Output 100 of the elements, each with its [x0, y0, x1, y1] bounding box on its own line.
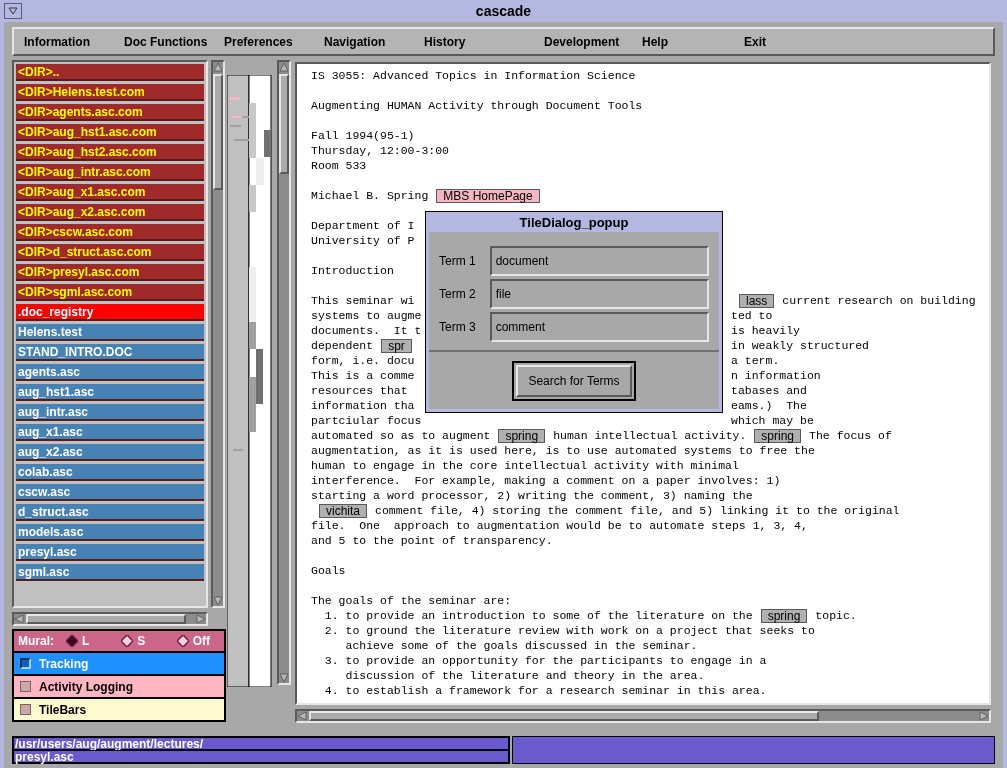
menu-item[interactable]: Preferences: [214, 32, 314, 51]
hyperlink-button[interactable]: spr: [381, 338, 412, 353]
document-text: 4. to establish a framework for a research seminar in this area.: [323, 683, 767, 698]
file-list-item[interactable]: colab.asc: [16, 464, 204, 481]
hyperlink-button[interactable]: spring: [760, 608, 808, 623]
document-text: The goals of the seminar are:: [311, 593, 512, 608]
term-label: Term 2: [439, 286, 477, 303]
menu-item[interactable]: Exit: [734, 32, 814, 51]
document-text: Introduction: [311, 263, 394, 278]
document-text: 1. to provide an introduction to some of the literature on the: [323, 608, 753, 623]
document-text: a term.: [731, 353, 780, 368]
file-list-item[interactable]: <DIR>aug_x2.asc.com: [16, 204, 204, 221]
document-text: augmentation, as it is used here, is to use automated systems to free the: [311, 443, 815, 458]
document-text: form, i.e. docu: [311, 353, 415, 368]
file-list-item[interactable]: models.asc: [16, 524, 204, 541]
document-text: resources that: [311, 383, 408, 398]
term-input[interactable]: file: [489, 279, 709, 309]
document-text: 3. to provide an opportunity for the participants to engage in a: [323, 653, 767, 668]
document-text: Goals: [311, 563, 346, 578]
file-list-item[interactable]: <DIR>d_struct.asc.com: [16, 244, 204, 261]
menu-item[interactable]: Doc Functions: [114, 32, 214, 51]
toggle-label: TileBars: [39, 701, 87, 719]
file-list-item[interactable]: <DIR>aug_hst1.asc.com: [16, 124, 204, 141]
document-text: Room 533: [311, 158, 367, 173]
menu-item[interactable]: Development: [534, 32, 634, 51]
file-list-item[interactable]: aug_x1.asc: [16, 424, 204, 441]
file-list-item[interactable]: <DIR>agents.asc.com: [16, 104, 204, 121]
document-text: This is a comme: [311, 368, 415, 383]
file-list-item[interactable]: <DIR>..: [16, 64, 204, 81]
document-text: dependent: [311, 338, 374, 353]
menu-item[interactable]: Navigation: [314, 32, 414, 51]
file-list-item[interactable]: Helens.test: [16, 324, 204, 341]
document-text: Michael B. Spring: [311, 188, 429, 203]
document-text: Thursday, 12:00-3:00: [311, 143, 450, 158]
document-text: topic.: [815, 608, 857, 623]
document-text: partciular focus: [311, 413, 422, 428]
file-list-item[interactable]: .doc_registry: [16, 304, 204, 321]
menu-item[interactable]: History: [414, 32, 534, 51]
file-list-item[interactable]: sgml.asc: [16, 564, 204, 581]
document-text: ted to: [731, 308, 773, 323]
document-text: Department of I: [311, 218, 415, 233]
file-list-item[interactable]: STAND_INTRO.DOC: [16, 344, 204, 361]
file-list-item[interactable]: presyl.asc: [16, 544, 204, 561]
file-list-item[interactable]: aug_x2.asc: [16, 444, 204, 461]
hyperlink-button[interactable]: spring: [754, 428, 802, 443]
menu-item[interactable]: Help: [634, 32, 734, 51]
search-for-terms-button[interactable]: Search for Terms: [516, 365, 632, 397]
hyperlink-button[interactable]: spring: [498, 428, 546, 443]
file-list-item[interactable]: <DIR>sgml.asc.com: [16, 284, 204, 301]
hyperlink-button[interactable]: lass: [739, 293, 775, 308]
mural-label: Mural:: [18, 633, 54, 650]
toggle-label: Tracking: [39, 655, 89, 673]
file-list-item[interactable]: <DIR>aug_hst2.asc.com: [16, 144, 204, 161]
term-label: Term 1: [439, 253, 477, 270]
mural-radio[interactable]: S: [121, 632, 165, 650]
document-text: which may be: [731, 413, 814, 428]
document-text: file. One approach to augmentation would be to automate steps 1, 3, 4,: [311, 518, 808, 533]
file-list-item[interactable]: aug_intr.asc: [16, 404, 204, 421]
document-text: comment file, 4) storing the comment file, and 5) linking it to the original: [375, 503, 900, 518]
file-list-item[interactable]: <DIR>aug_x1.asc.com: [16, 184, 204, 201]
document-text: The focus of: [809, 428, 892, 443]
hyperlink-button[interactable]: MBS HomePage: [436, 188, 540, 203]
file-list-item[interactable]: <DIR>presyl.asc.com: [16, 264, 204, 281]
term-input[interactable]: comment: [489, 312, 709, 342]
document-text: human to engage in the core intellectual activity with minimal: [311, 458, 739, 473]
file-list-item[interactable]: <DIR>aug_intr.asc.com: [16, 164, 204, 181]
document-text: 2. to ground the literature review with work on a project that seeks to: [323, 623, 815, 638]
file-list-item[interactable]: <DIR>Helens.test.com: [16, 84, 204, 101]
hyperlink-button[interactable]: vichita: [319, 503, 367, 518]
document-text: and 5 to the point of transparency.: [311, 533, 553, 548]
document-text: n information: [731, 368, 821, 383]
document-text: Fall 1994(95-1): [311, 128, 415, 143]
document-text: This seminar wi: [311, 293, 415, 308]
document-text: current research on building: [782, 293, 976, 308]
menu-item[interactable]: Information: [14, 32, 114, 51]
document-text: information tha: [311, 398, 415, 413]
dialog-title: TileDialog_popup: [519, 213, 629, 232]
file-list-item[interactable]: aug_hst1.asc: [16, 384, 204, 401]
file-list-item[interactable]: <DIR>cscw.asc.com: [16, 224, 204, 241]
document-text: human intellectual activity.: [553, 428, 747, 443]
document-text: automated so as to augment: [311, 428, 491, 443]
document-text: eams.) The: [731, 398, 807, 413]
window-title: cascade: [475, 1, 532, 21]
file-list-item[interactable]: agents.asc: [16, 364, 204, 381]
document-text: in weakly structured: [731, 338, 870, 353]
mural-radio[interactable]: Off: [176, 632, 220, 650]
document-text: tabases and: [731, 383, 807, 398]
mural-radio[interactable]: L: [66, 632, 110, 650]
term-input[interactable]: document: [489, 246, 709, 276]
document-text: starting a word processor, 2) writing the comment, 3) naming the: [311, 488, 753, 503]
term-label: Term 3: [439, 319, 477, 336]
document-text: achieve some of the goals discussed in the seminar.: [344, 638, 698, 653]
document-text: discussion of the literature and theory in the area.: [344, 668, 705, 683]
document-text: IS 3055: Advanced Topics in Information Science: [311, 68, 636, 83]
document-text: University of P: [311, 233, 415, 248]
file-list-item[interactable]: d_struct.asc: [16, 504, 204, 521]
document-text: is heavily: [731, 323, 800, 338]
document-text: documents. It t: [311, 323, 422, 338]
document-text: systems to augme: [311, 308, 422, 323]
file-list-item[interactable]: cscw.asc: [16, 484, 204, 501]
